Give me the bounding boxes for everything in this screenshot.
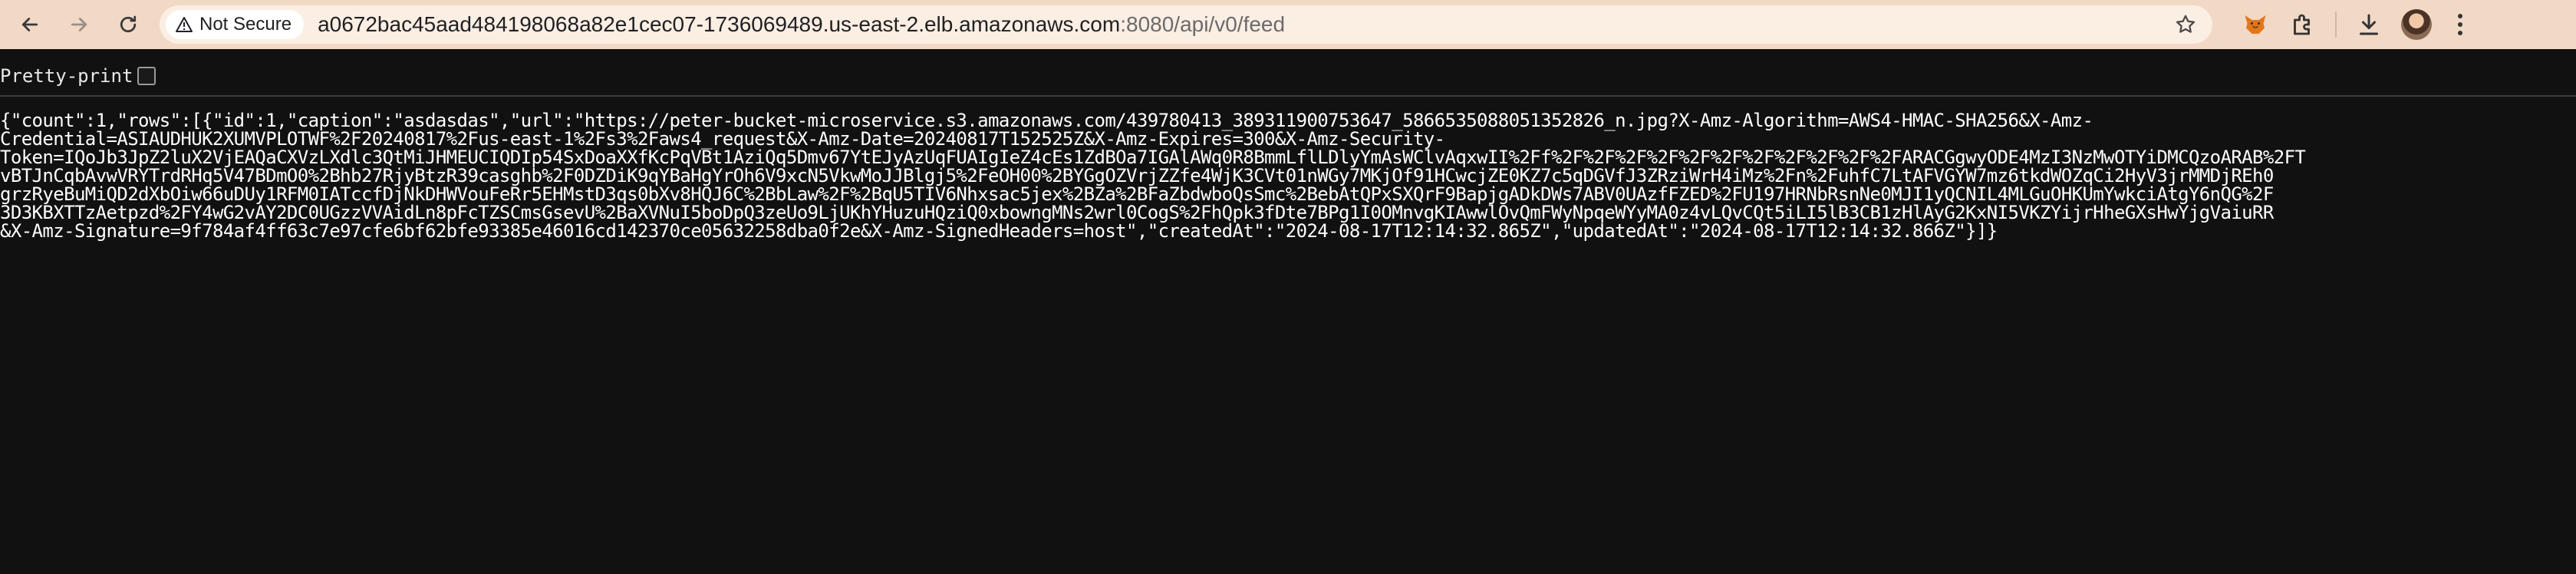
json-response-body: {"count":1,"rows":[{"id":1,"caption":"as… [0, 111, 2576, 240]
star-icon[interactable] [2174, 13, 2197, 36]
download-icon [2360, 14, 2378, 35]
reload-button[interactable] [107, 4, 149, 45]
security-indicator[interactable]: Not Secure [166, 10, 305, 39]
toolbar-separator [2335, 12, 2337, 38]
downloads-button[interactable] [2354, 9, 2384, 40]
forward-button[interactable] [58, 4, 100, 45]
menu-dot-icon [2458, 31, 2462, 35]
warning-icon [176, 17, 193, 32]
browser-toolbar: Not Secure a0672bac45aad484198068a82e1ce… [0, 0, 2576, 49]
menu-dot-icon [2458, 14, 2462, 18]
menu-dot-icon [2458, 22, 2462, 27]
address-bar[interactable]: Not Secure a0672bac45aad484198068a82e1ce… [160, 5, 2212, 44]
arrow-left-icon [21, 18, 38, 31]
json-line: &X-Amz-Signature=9f784af4ff63c7e97cfe6bf… [0, 220, 1998, 242]
pretty-print-checkbox[interactable] [137, 67, 156, 85]
profile-avatar[interactable] [2401, 9, 2432, 40]
puzzle-icon [2294, 14, 2310, 35]
url-text[interactable]: a0672bac45aad484198068a82e1cec07-1736069… [318, 12, 1285, 37]
reload-icon [120, 15, 137, 33]
pretty-print-divider [0, 95, 2576, 97]
url-host: a0672bac45aad484198068a82e1cec07-1736069… [318, 12, 1121, 36]
browser-menu-button[interactable] [2449, 9, 2472, 40]
security-label: Not Secure [199, 14, 292, 35]
fox-icon [2245, 15, 2266, 34]
arrow-right-icon [71, 18, 87, 31]
extensions-area [2240, 9, 2472, 40]
pretty-print-label: Pretty-print [0, 65, 133, 87]
extensions-button[interactable] [2288, 9, 2318, 40]
pretty-print-bar: Pretty-print [0, 63, 156, 89]
url-path: :8080/api/v0/feed [1120, 12, 1286, 36]
back-button[interactable] [9, 4, 51, 45]
fox-extension-button[interactable] [2240, 9, 2271, 40]
